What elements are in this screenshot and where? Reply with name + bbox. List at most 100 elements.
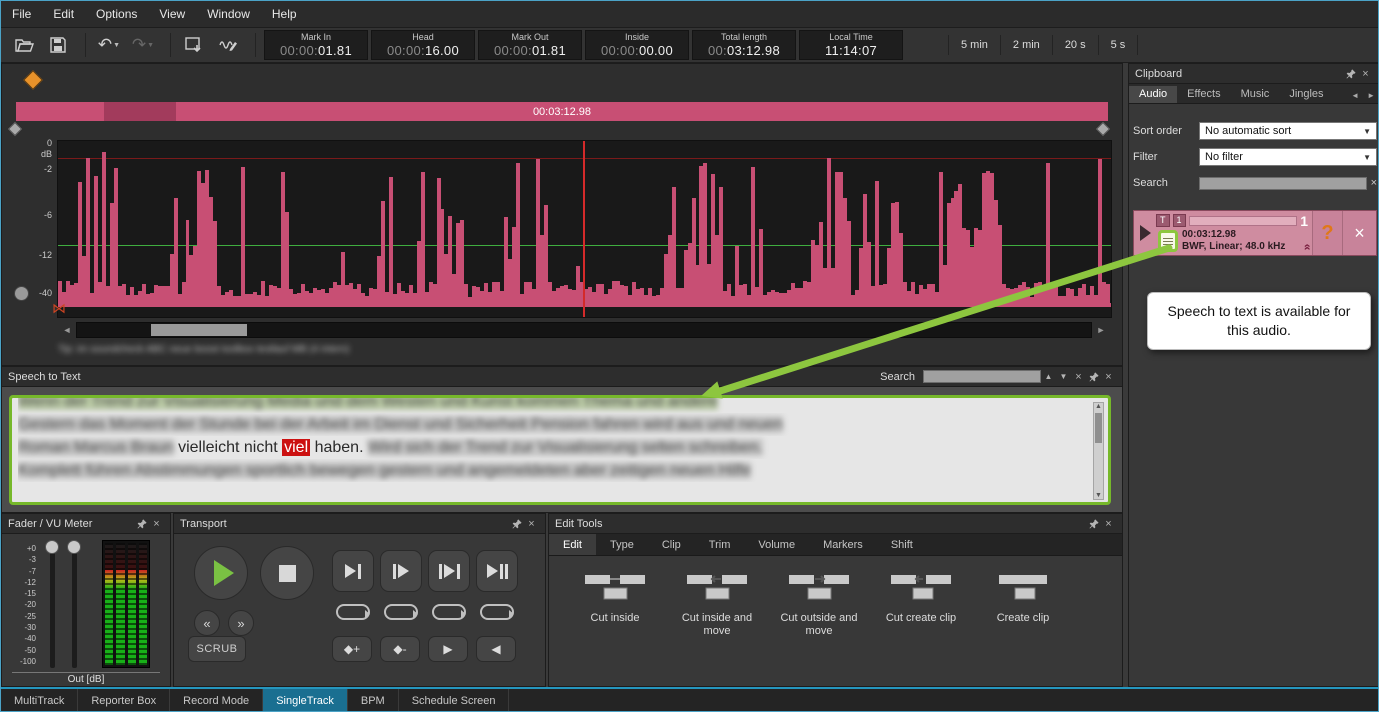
edit-waveform-icon[interactable] [213, 32, 243, 58]
play-selection-button[interactable] [428, 550, 470, 592]
workspace-tab-bpm[interactable]: BPM [348, 689, 399, 712]
save-icon[interactable] [43, 32, 73, 58]
clipboard-pin-icon[interactable] [1343, 69, 1358, 79]
entry-play-button[interactable] [1134, 211, 1156, 255]
play-to-mark-button[interactable] [332, 550, 374, 592]
clipboard-close-icon[interactable]: × [1358, 67, 1373, 81]
add-marker-button[interactable]: ◆+ [332, 636, 372, 662]
fader-track-left[interactable] [50, 542, 55, 668]
fader-track-right[interactable] [72, 542, 77, 668]
zoom-preset-5s[interactable]: 5 s [1098, 35, 1139, 55]
workspace-tab-schedule-screen[interactable]: Schedule Screen [399, 689, 510, 712]
transcript-scrollbar[interactable]: ▲ ▼ [1093, 402, 1104, 500]
menu-edit[interactable]: Edit [42, 1, 85, 27]
stt-close-icon[interactable]: × [1101, 370, 1116, 384]
tab-edit[interactable]: Edit [549, 534, 596, 555]
loop-button-1[interactable] [336, 604, 370, 620]
cut-outside-and-move-button[interactable]: Cut outside and move [773, 570, 865, 638]
rewind-button[interactable]: « [194, 610, 220, 636]
tab-volume[interactable]: Volume [744, 534, 809, 555]
filter-dropdown[interactable]: No filter ▼ [1199, 148, 1377, 166]
transcript-box[interactable]: Wenn der Trend zur Visualisierung Media … [9, 395, 1111, 505]
timefield-head[interactable]: Head 00:00:16.00 [371, 30, 475, 60]
scroll-up-icon[interactable]: ▲ [1094, 403, 1103, 410]
scrub-button[interactable]: SCRUB [188, 636, 246, 662]
undo-caret-icon[interactable]: ▼ [113, 42, 120, 49]
playhead-cursor[interactable] [583, 141, 585, 317]
tab-trim[interactable]: Trim [695, 534, 745, 555]
tab-markers[interactable]: Markers [809, 534, 877, 555]
waveform-canvas[interactable] [57, 140, 1112, 318]
forward-button[interactable]: » [228, 610, 254, 636]
scroll-left-arrow[interactable]: ◄ [60, 322, 74, 338]
entry-delete-button[interactable]: × [1342, 211, 1376, 255]
cut-inside-button[interactable]: Cut inside [569, 570, 661, 638]
tab-music[interactable]: Music [1231, 86, 1280, 103]
stt-prev-match-icon[interactable]: ▲ [1041, 370, 1056, 384]
create-clip-button[interactable]: Create clip [977, 570, 1069, 638]
tab-type[interactable]: Type [596, 534, 648, 555]
transcript-text[interactable]: haben. [310, 439, 363, 456]
timefield-inside[interactable]: Inside 00:00:00.00 [585, 30, 689, 60]
fader-close-icon[interactable]: × [149, 517, 164, 531]
menu-view[interactable]: View [148, 1, 196, 27]
play-from-mark-button[interactable] [380, 550, 422, 592]
tabs-scroll-right-icon[interactable]: ► [1363, 88, 1379, 103]
fader-pin-icon[interactable] [134, 519, 149, 529]
menu-help[interactable]: Help [261, 1, 308, 27]
tab-clip[interactable]: Clip [648, 534, 695, 555]
tab-effects[interactable]: Effects [1177, 86, 1230, 103]
speech-to-text-doc-icon[interactable] [1158, 230, 1178, 252]
cut-inside-and-move-button[interactable]: Cut inside and move [671, 570, 763, 638]
stt-next-match-icon[interactable]: ▼ [1056, 370, 1071, 384]
loop-button-2[interactable] [384, 604, 418, 620]
cut-create-clip-button[interactable]: Cut create clip [875, 570, 967, 638]
scroll-right-arrow[interactable]: ► [1094, 322, 1108, 338]
remove-marker-button[interactable]: ◆- [380, 636, 420, 662]
zoom-preset-5min[interactable]: 5 min [948, 35, 1000, 55]
overview-bar[interactable]: 00:03:12.98 [16, 102, 1108, 121]
workspace-tab-singletrack[interactable]: SingleTrack [263, 689, 348, 712]
tab-shift[interactable]: Shift [877, 534, 927, 555]
entry-collapse-icon[interactable]: » [1300, 244, 1314, 251]
menu-window[interactable]: Window [196, 1, 261, 27]
entry-help-button[interactable]: ? [1312, 211, 1342, 255]
zoom-preset-2min[interactable]: 2 min [1000, 35, 1052, 55]
redo-button[interactable]: ↷▼ [128, 32, 158, 58]
stop-button[interactable] [260, 546, 314, 600]
transcript-highlighted-word[interactable]: viel [282, 439, 310, 456]
timefield-total-length[interactable]: Total length 00:03:12.98 [692, 30, 796, 60]
tab-jingles[interactable]: Jingles [1279, 86, 1333, 103]
workspace-tab-reporter-box[interactable]: Reporter Box [78, 689, 170, 712]
menu-file[interactable]: File [1, 1, 42, 27]
edit-tools-pin-icon[interactable] [1086, 519, 1101, 529]
zoom-preset-20s[interactable]: 20 s [1052, 35, 1098, 55]
clipboard-entry[interactable]: T 1 1 00:03:12.98 BWF, Linear; 48.0 kHz … [1133, 210, 1377, 256]
clipboard-search-input[interactable] [1199, 177, 1367, 190]
previous-marker-button[interactable]: ◀ [476, 636, 516, 662]
stt-pin-icon[interactable] [1086, 372, 1101, 382]
level-knob[interactable] [14, 286, 29, 301]
entry-main[interactable]: T 1 1 00:03:12.98 BWF, Linear; 48.0 kHz … [1156, 211, 1312, 255]
transcript-scroll-thumb[interactable] [1095, 413, 1102, 443]
open-file-icon[interactable] [9, 32, 39, 58]
tabs-scroll-left-icon[interactable]: ◄ [1347, 88, 1363, 103]
horizontal-scrollbar[interactable] [76, 322, 1092, 338]
transport-close-icon[interactable]: × [524, 517, 539, 531]
crossfade-icon[interactable]: ⋈ [52, 300, 66, 317]
scrollbar-thumb[interactable] [151, 324, 247, 336]
menu-options[interactable]: Options [85, 1, 148, 27]
next-marker-button[interactable]: ▶ [428, 636, 468, 662]
stt-search-input[interactable] [923, 370, 1041, 383]
loop-button-3[interactable] [432, 604, 466, 620]
orange-marker-icon[interactable] [23, 70, 43, 90]
overview-handle-left[interactable] [8, 122, 22, 136]
timefield-mark-in[interactable]: Mark In 00:00:01.81 [264, 30, 368, 60]
undo-button[interactable]: ↶▼ [94, 32, 124, 58]
tab-audio[interactable]: Audio [1129, 86, 1177, 103]
loop-button-4[interactable] [480, 604, 514, 620]
workspace-tab-record-mode[interactable]: Record Mode [170, 689, 263, 712]
workspace-tab-multitrack[interactable]: MultiTrack [1, 689, 78, 712]
transcript-text[interactable]: vielleicht nicht [178, 439, 282, 456]
timefield-mark-out[interactable]: Mark Out 00:00:01.81 [478, 30, 582, 60]
